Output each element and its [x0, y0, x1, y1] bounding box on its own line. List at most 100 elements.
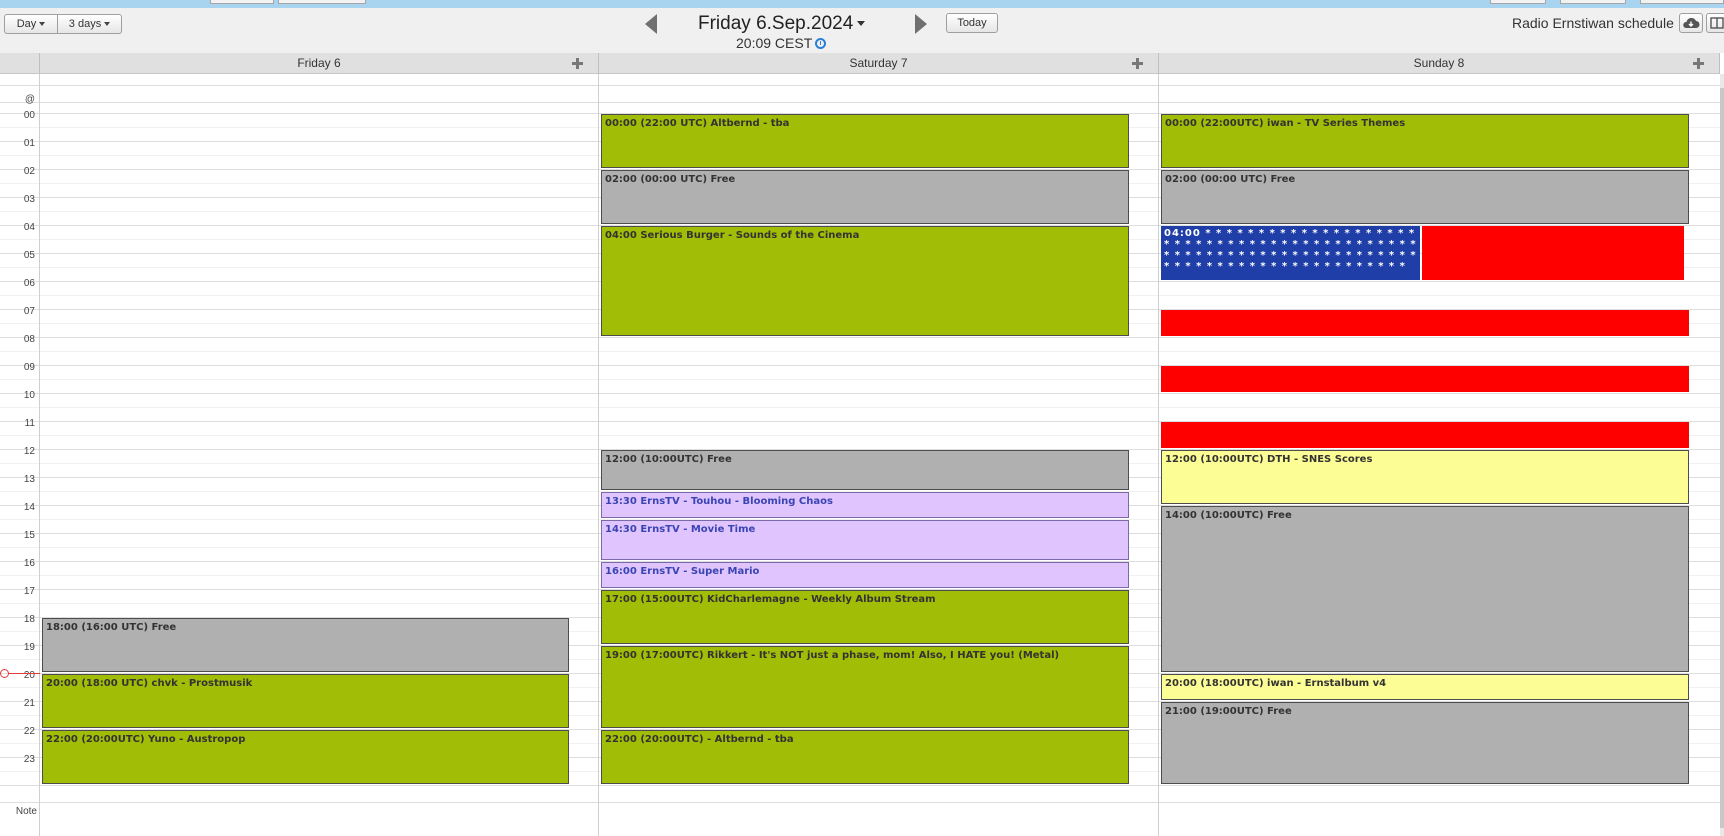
current-time-text: 20:09 CEST [736, 35, 813, 51]
event-block[interactable]: 22:00 (20:00UTC) Yuno - Austropop [42, 730, 569, 784]
top-tab-4[interactable] [1560, 0, 1626, 4]
today-button[interactable]: Today [946, 13, 998, 33]
columns-icon [1710, 17, 1724, 29]
hour-label: 07 [23, 306, 35, 317]
event-block[interactable]: 12:00 (10:00UTC) DTH - SNES Scores [1161, 450, 1689, 504]
hour-gutter: @ Note 00 01 02 03 04 05 06 07 08 09 10 11 12 13 14 15 1… [0, 74, 40, 836]
view-3days-label: 3 days [68, 18, 102, 30]
caret-down-icon [39, 22, 46, 26]
cloud-download-icon [1683, 17, 1700, 28]
event-block[interactable]: 20:00 (18:00 UTC) chvk - Prostmusik [42, 674, 569, 728]
event-block[interactable]: 00:00 (22:00 UTC) Altbernd - tba [601, 114, 1129, 168]
hour-label: 09 [23, 362, 35, 373]
hour-label: 21 [23, 698, 35, 709]
hour-label: 16 [23, 558, 35, 569]
event-block[interactable]: 13:30 ErnsTV - Touhou - Blooming Chaos [601, 492, 1129, 518]
event-block[interactable]: 12:00 (10:00UTC) Free [601, 450, 1129, 490]
hour-gridline [0, 802, 1720, 803]
schedule-name: Radio Ernstiwan schedule [1512, 15, 1674, 31]
hour-label: 19 [23, 642, 35, 653]
event-block[interactable]: 19:00 (17:00UTC) Rikkert - It's NOT just… [601, 646, 1129, 728]
event-block[interactable]: 20:00 (18:00UTC) iwan - Ernstalbum v4 [1161, 674, 1689, 700]
next-day-icon[interactable] [915, 14, 927, 34]
calendar-header: Day 3 days Friday 6.Sep.2024 20:09 CEST … [0, 8, 1724, 53]
event-block[interactable]: 04:00 Serious Burger - Sounds of the Cin… [601, 226, 1129, 336]
plus-icon[interactable] [1693, 58, 1704, 69]
top-tab-3[interactable] [1490, 0, 1546, 4]
column-header-saturday: Saturday 7 [599, 53, 1159, 74]
plus-icon[interactable] [1132, 58, 1143, 69]
hour-label: 04 [23, 222, 35, 233]
event-block[interactable] [1161, 310, 1689, 336]
hour-label: 20 [23, 670, 35, 681]
event-block[interactable]: 14:00 (10:00UTC) Free [1161, 506, 1689, 672]
top-tab-5[interactable] [1640, 0, 1724, 4]
hour-label: 08 [23, 334, 35, 345]
hour-gridline [0, 102, 1720, 103]
event-block[interactable]: 22:00 (20:00UTC) - Altbernd - tba [601, 730, 1129, 784]
event-block[interactable]: 04:00 * * * * * * * * * * * * * * * * * … [1161, 226, 1420, 280]
hour-gridline [0, 337, 1720, 338]
event-block[interactable]: 17:00 (15:00UTC) KidCharlemagne - Weekly… [601, 590, 1129, 644]
top-tab-2[interactable] [278, 0, 366, 4]
hour-label: 02 [23, 166, 35, 177]
event-block[interactable]: 18:00 (16:00 UTC) Free [42, 618, 569, 672]
hour-label: 23 [23, 754, 35, 765]
date-selector[interactable]: Friday 6.Sep.2024 [698, 13, 866, 35]
hour-label: 11 [24, 418, 35, 429]
allday-label: @ [24, 94, 35, 105]
layout-button[interactable] [1706, 13, 1724, 33]
prev-day-icon[interactable] [645, 14, 657, 34]
event-block[interactable] [1422, 226, 1684, 280]
event-block[interactable] [1161, 366, 1689, 392]
column-divider [598, 74, 599, 836]
column-label: Saturday 7 [849, 56, 908, 70]
hour-label: 10 [23, 390, 35, 401]
hour-label: 14 [23, 502, 35, 513]
half-hour-gridline [0, 407, 1720, 408]
column-header-sunday: Sunday 8 [1159, 53, 1720, 74]
vertical-scrollbar[interactable] [1720, 74, 1724, 836]
hour-label: 22 [23, 726, 35, 737]
date-title: Friday 6.Sep.2024 [698, 13, 854, 34]
hour-label: 05 [23, 250, 35, 261]
calendar-grid[interactable]: @ Note 00 01 02 03 04 05 06 07 08 09 10 11 12 13 14 15 1… [0, 74, 1720, 836]
event-block[interactable]: 16:00 ErnsTV - Super Mario [601, 562, 1129, 588]
hour-label: 06 [23, 278, 35, 289]
today-label: Today [957, 17, 987, 29]
event-block[interactable]: 02:00 (00:00 UTC) Free [1161, 170, 1689, 224]
top-strip [0, 0, 1724, 8]
view-day-label: Day [16, 18, 37, 30]
hour-label: 12 [23, 446, 35, 457]
hour-gridline [0, 785, 1720, 786]
event-block[interactable]: 02:00 (00:00 UTC) Free [601, 170, 1129, 224]
plus-icon[interactable] [572, 58, 583, 69]
column-label: Friday 6 [297, 56, 341, 70]
hour-gridline [0, 393, 1720, 394]
event-block[interactable]: 14:30 ErnsTV - Movie Time [601, 520, 1129, 560]
current-time-marker [0, 669, 40, 679]
column-header-friday: Friday 6 [40, 53, 599, 74]
hour-label: 01 [23, 138, 35, 149]
event-block[interactable] [1161, 422, 1689, 448]
view-3days-button[interactable]: 3 days [58, 14, 122, 34]
event-block[interactable]: 00:00 (22:00UTC) iwan - TV Series Themes [1161, 114, 1689, 168]
hour-gridline [0, 85, 1720, 86]
event-block[interactable]: 21:00 (19:00UTC) Free [1161, 702, 1689, 784]
hour-label: 17 [23, 586, 35, 597]
caret-down-icon [104, 22, 111, 26]
column-divider [1158, 74, 1159, 836]
hour-label: 15 [23, 530, 35, 541]
hour-label: 18 [23, 614, 35, 625]
hour-label: 03 [23, 194, 35, 205]
top-tab-1[interactable] [210, 0, 274, 4]
cloud-download-button[interactable] [1679, 13, 1703, 33]
current-time: 20:09 CEST [736, 35, 827, 51]
view-day-button[interactable]: Day [4, 14, 58, 34]
half-hour-gridline [0, 351, 1720, 352]
scrollbar-thumb[interactable] [1720, 88, 1724, 828]
note-label: Note [15, 806, 37, 817]
clock-icon [815, 38, 827, 49]
hour-label: 00 [23, 110, 35, 121]
column-label: Sunday 8 [1413, 56, 1465, 70]
